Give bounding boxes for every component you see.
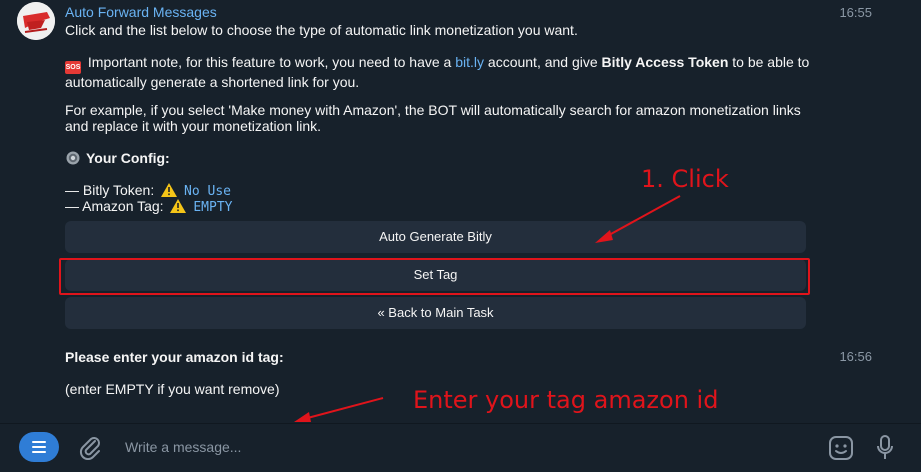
prompt-title: Please enter your amazon id tag: <box>65 349 284 365</box>
sticker-icon[interactable] <box>828 435 854 461</box>
message-time-2: 16:56 <box>839 349 872 364</box>
message-input[interactable]: Write a message... <box>125 439 241 455</box>
attach-icon[interactable] <box>78 434 102 460</box>
menu-button[interactable] <box>19 432 59 462</box>
annotation-enter: Enter your tag amazon id <box>413 386 719 414</box>
microphone-icon[interactable] <box>875 434 895 462</box>
menu-icon <box>32 441 46 453</box>
